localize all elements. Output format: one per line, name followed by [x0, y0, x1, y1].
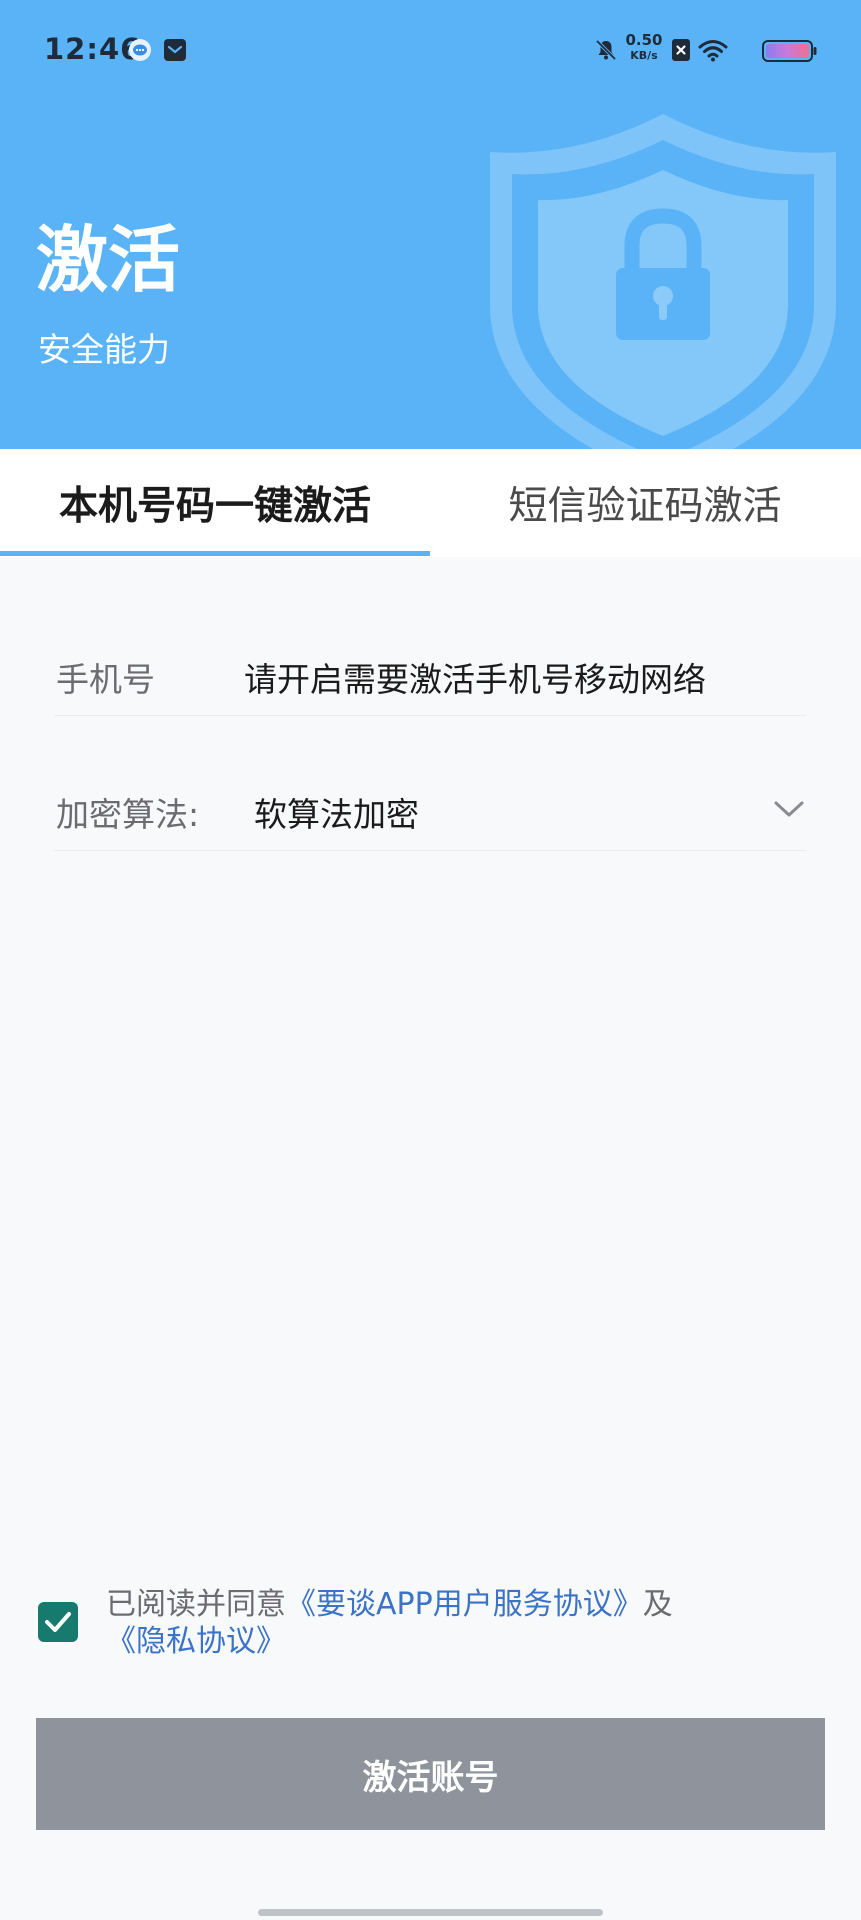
activation-page: 12:46 0.50 KB/s 激活 安全能力 本机号码一键激活 短信验证码激活…: [0, 0, 861, 1920]
agreement-checkbox[interactable]: [38, 1602, 78, 1642]
status-time: 12:46: [44, 32, 142, 66]
shield-lock-icon: [490, 114, 836, 449]
header-banner: 12:46 0.50 KB/s 激活 安全能力: [0, 0, 861, 449]
privacy-policy-link[interactable]: 《隐私协议》: [106, 1624, 286, 1659]
chevron-down-icon[interactable]: [772, 792, 806, 826]
encryption-value: 软算法加密: [254, 795, 419, 834]
sim-x-icon: [672, 39, 690, 61]
phone-row: 手机号 请开启需要激活手机号移动网络: [54, 635, 806, 716]
net-speed: 0.50 KB/s: [625, 31, 663, 63]
battery-icon: [762, 40, 817, 62]
tab-local-number[interactable]: 本机号码一键激活: [0, 449, 430, 557]
chat-app-icon: [129, 39, 151, 61]
user-agreement-link[interactable]: 《要谈APP用户服务协议》: [286, 1587, 643, 1622]
agreement-conjunction: 及: [642, 1587, 673, 1622]
activation-tabs: 本机号码一键激活 短信验证码激活: [0, 449, 861, 557]
wifi-icon: [698, 40, 728, 62]
phone-label: 手机号: [56, 660, 155, 699]
agreement-prefix: 已阅读并同意: [106, 1587, 286, 1622]
tab-active-indicator: [0, 551, 430, 556]
encryption-select[interactable]: 加密算法: 软算法加密: [54, 770, 806, 851]
status-bar: 12:46 0.50 KB/s: [0, 0, 861, 100]
agreement-text: 已阅读并同意《要谈APP用户服务协议》及《隐私协议》: [106, 1586, 846, 1660]
mail-app-icon: [164, 39, 186, 61]
activate-button[interactable]: 激活账号: [36, 1718, 825, 1830]
check-icon: [45, 1612, 71, 1632]
tab-sms-code[interactable]: 短信验证码激活: [430, 449, 860, 557]
page-title: 激活: [36, 218, 181, 302]
page-subtitle: 安全能力: [38, 330, 170, 369]
phone-value[interactable]: 请开启需要激活手机号移动网络: [244, 653, 706, 701]
home-indicator[interactable]: [258, 1909, 603, 1916]
bell-muted-icon: [595, 39, 617, 61]
encryption-label: 加密算法:: [56, 795, 200, 834]
